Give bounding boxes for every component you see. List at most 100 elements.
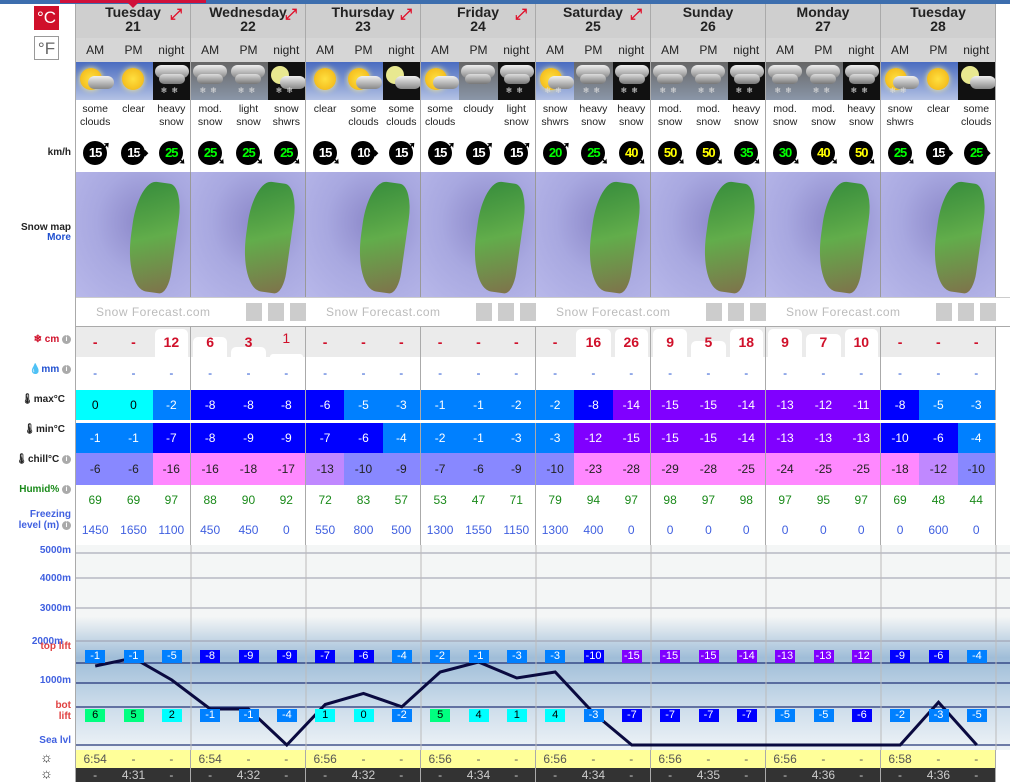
wind-indicator: 25 ➘ — [574, 133, 612, 172]
day-header: Saturday 25 ⤢ — [536, 0, 651, 38]
snow-map-image[interactable] — [536, 172, 651, 297]
sunrise-time: 6:56 — [535, 750, 575, 768]
snow-map-image[interactable] — [651, 172, 766, 297]
snowflake-icon: ❄❄ — [505, 86, 527, 95]
weather-icon — [420, 62, 460, 100]
top-lift-temp: -5 — [161, 650, 182, 663]
expand-icon[interactable]: ⤢ — [285, 7, 297, 22]
wind-direction-arrow-icon: ➘ — [215, 153, 226, 167]
weather-icon: ❄❄ — [689, 62, 728, 100]
day-date: 27 — [815, 18, 831, 34]
map-control-icon[interactable] — [245, 303, 262, 321]
wind-indicator: 15 ➚ — [459, 133, 497, 172]
bot-lift-temp: 5 — [430, 709, 451, 722]
humidity-value: 69 — [893, 493, 907, 507]
top-lift-temp: -13 — [775, 650, 796, 663]
snow-map-image[interactable] — [766, 172, 881, 297]
info-icon[interactable]: i — [62, 334, 71, 344]
sunset-time: 4:32 — [344, 768, 383, 782]
land-shape — [583, 179, 644, 295]
map-control-icon[interactable] — [979, 303, 997, 321]
cloud-icon — [88, 76, 114, 89]
info-icon[interactable]: i — [62, 454, 71, 464]
info-icon[interactable]: i — [62, 364, 71, 374]
wind-chill-value: -6 — [76, 453, 115, 485]
humidity-value: 48 — [931, 493, 946, 507]
map-control-icon[interactable] — [497, 303, 514, 321]
snow-map-image[interactable] — [306, 172, 421, 297]
snow-map-image[interactable] — [881, 172, 996, 297]
bot-lift-temp: -5 — [775, 709, 796, 722]
snow-map-image[interactable] — [76, 172, 191, 297]
wind-direction-arrow-icon: ➘ — [750, 153, 761, 167]
sunset-time: 4:35 — [689, 768, 728, 782]
rain-value: - — [898, 366, 903, 380]
wind-chill-value: -10 — [344, 453, 383, 485]
min-temp-value: -15 — [689, 423, 728, 453]
celsius-button[interactable]: °C — [34, 6, 59, 30]
wind-chill-value: -12 — [919, 453, 958, 485]
expand-icon[interactable]: ⤢ — [515, 7, 527, 22]
brand-watermark: Snow Forecast.com — [536, 298, 767, 326]
sunset-time: - — [305, 768, 345, 782]
wind-direction-arrow-icon: ➚ — [520, 139, 531, 153]
expand-icon[interactable]: ⤢ — [630, 7, 642, 22]
snowmap-more-link[interactable]: More — [47, 232, 71, 243]
snow-cell: 16 — [574, 327, 613, 357]
map-control-icon[interactable] — [935, 303, 952, 321]
snow-map-image[interactable] — [421, 172, 536, 297]
wind-indicator: 15 ➚ — [421, 133, 459, 172]
min-temp-value: -13 — [804, 423, 843, 453]
map-control-icon[interactable] — [727, 303, 744, 321]
map-control-icon[interactable] — [267, 303, 284, 321]
wind-direction-arrow-icon: ➘ — [290, 153, 301, 167]
weather-description: heavy snow — [728, 100, 766, 133]
max-temp-value: -15 — [650, 390, 690, 420]
info-icon[interactable]: i — [62, 520, 71, 530]
weather-icon: ❄❄ — [497, 62, 536, 100]
wind-chill-value: -18 — [229, 453, 268, 485]
expand-icon[interactable]: ⤢ — [400, 7, 412, 22]
sunrise-time: - — [344, 750, 383, 768]
weather-description: light snow — [498, 100, 536, 133]
weather-icon: ❄❄ — [612, 62, 651, 100]
map-control-icon[interactable] — [749, 303, 767, 321]
sunrise-time: - — [574, 750, 613, 768]
snow-value: 5 — [704, 334, 713, 350]
weather-icon — [919, 62, 958, 100]
weather-description: heavy snow — [843, 100, 881, 133]
wind-chill-value: -29 — [650, 453, 690, 485]
freezing-level-value: 500 — [383, 515, 421, 545]
wind-row: 15 ➚ 15 ➔ 25 ➘ 25 ➘ 25 ➘ 25 ➘ 15 ➘ 10 ➔ 15 ➚ 15 ➚ 15 ➚ 15 ➚ 20 ➚ 2… — [76, 133, 1010, 172]
freezing-level-value: 0 — [666, 523, 674, 537]
fahrenheit-button[interactable]: °F — [34, 36, 59, 60]
bot-lift-temp: -3 — [928, 709, 949, 722]
wind-chill-value: -13 — [305, 453, 345, 485]
map-control-icon[interactable] — [957, 303, 974, 321]
info-icon[interactable]: i — [62, 484, 71, 494]
sunrise-time: - — [727, 750, 766, 768]
weather-description: heavy snow — [613, 100, 651, 133]
sunset-time: - — [152, 768, 191, 782]
brand-text: Snow Forecast.com — [786, 305, 901, 319]
map-control-icon[interactable] — [289, 303, 307, 321]
snow-value: - — [897, 334, 903, 350]
top-lift-temp: -9 — [276, 650, 297, 663]
period-label: AM — [190, 38, 230, 62]
sunset-time: - — [497, 768, 536, 782]
snowflake-icon: ❄❄ — [850, 86, 872, 95]
map-control-icon[interactable] — [705, 303, 722, 321]
sunset-time: - — [650, 768, 690, 782]
snow-map-image[interactable] — [191, 172, 306, 297]
day-name: Monday — [796, 4, 850, 20]
rain-value: - — [821, 366, 826, 380]
map-control-icon[interactable] — [475, 303, 492, 321]
cloud-icon — [432, 76, 459, 89]
expand-icon[interactable]: ⤢ — [170, 7, 182, 22]
snow-value: 10 — [853, 334, 870, 350]
wind-indicator: 15 ➚ — [498, 133, 536, 172]
map-control-icon[interactable] — [519, 303, 537, 321]
sunset-time: - — [267, 768, 306, 782]
rain-value: - — [936, 366, 941, 380]
rain-value: - — [268, 357, 306, 390]
